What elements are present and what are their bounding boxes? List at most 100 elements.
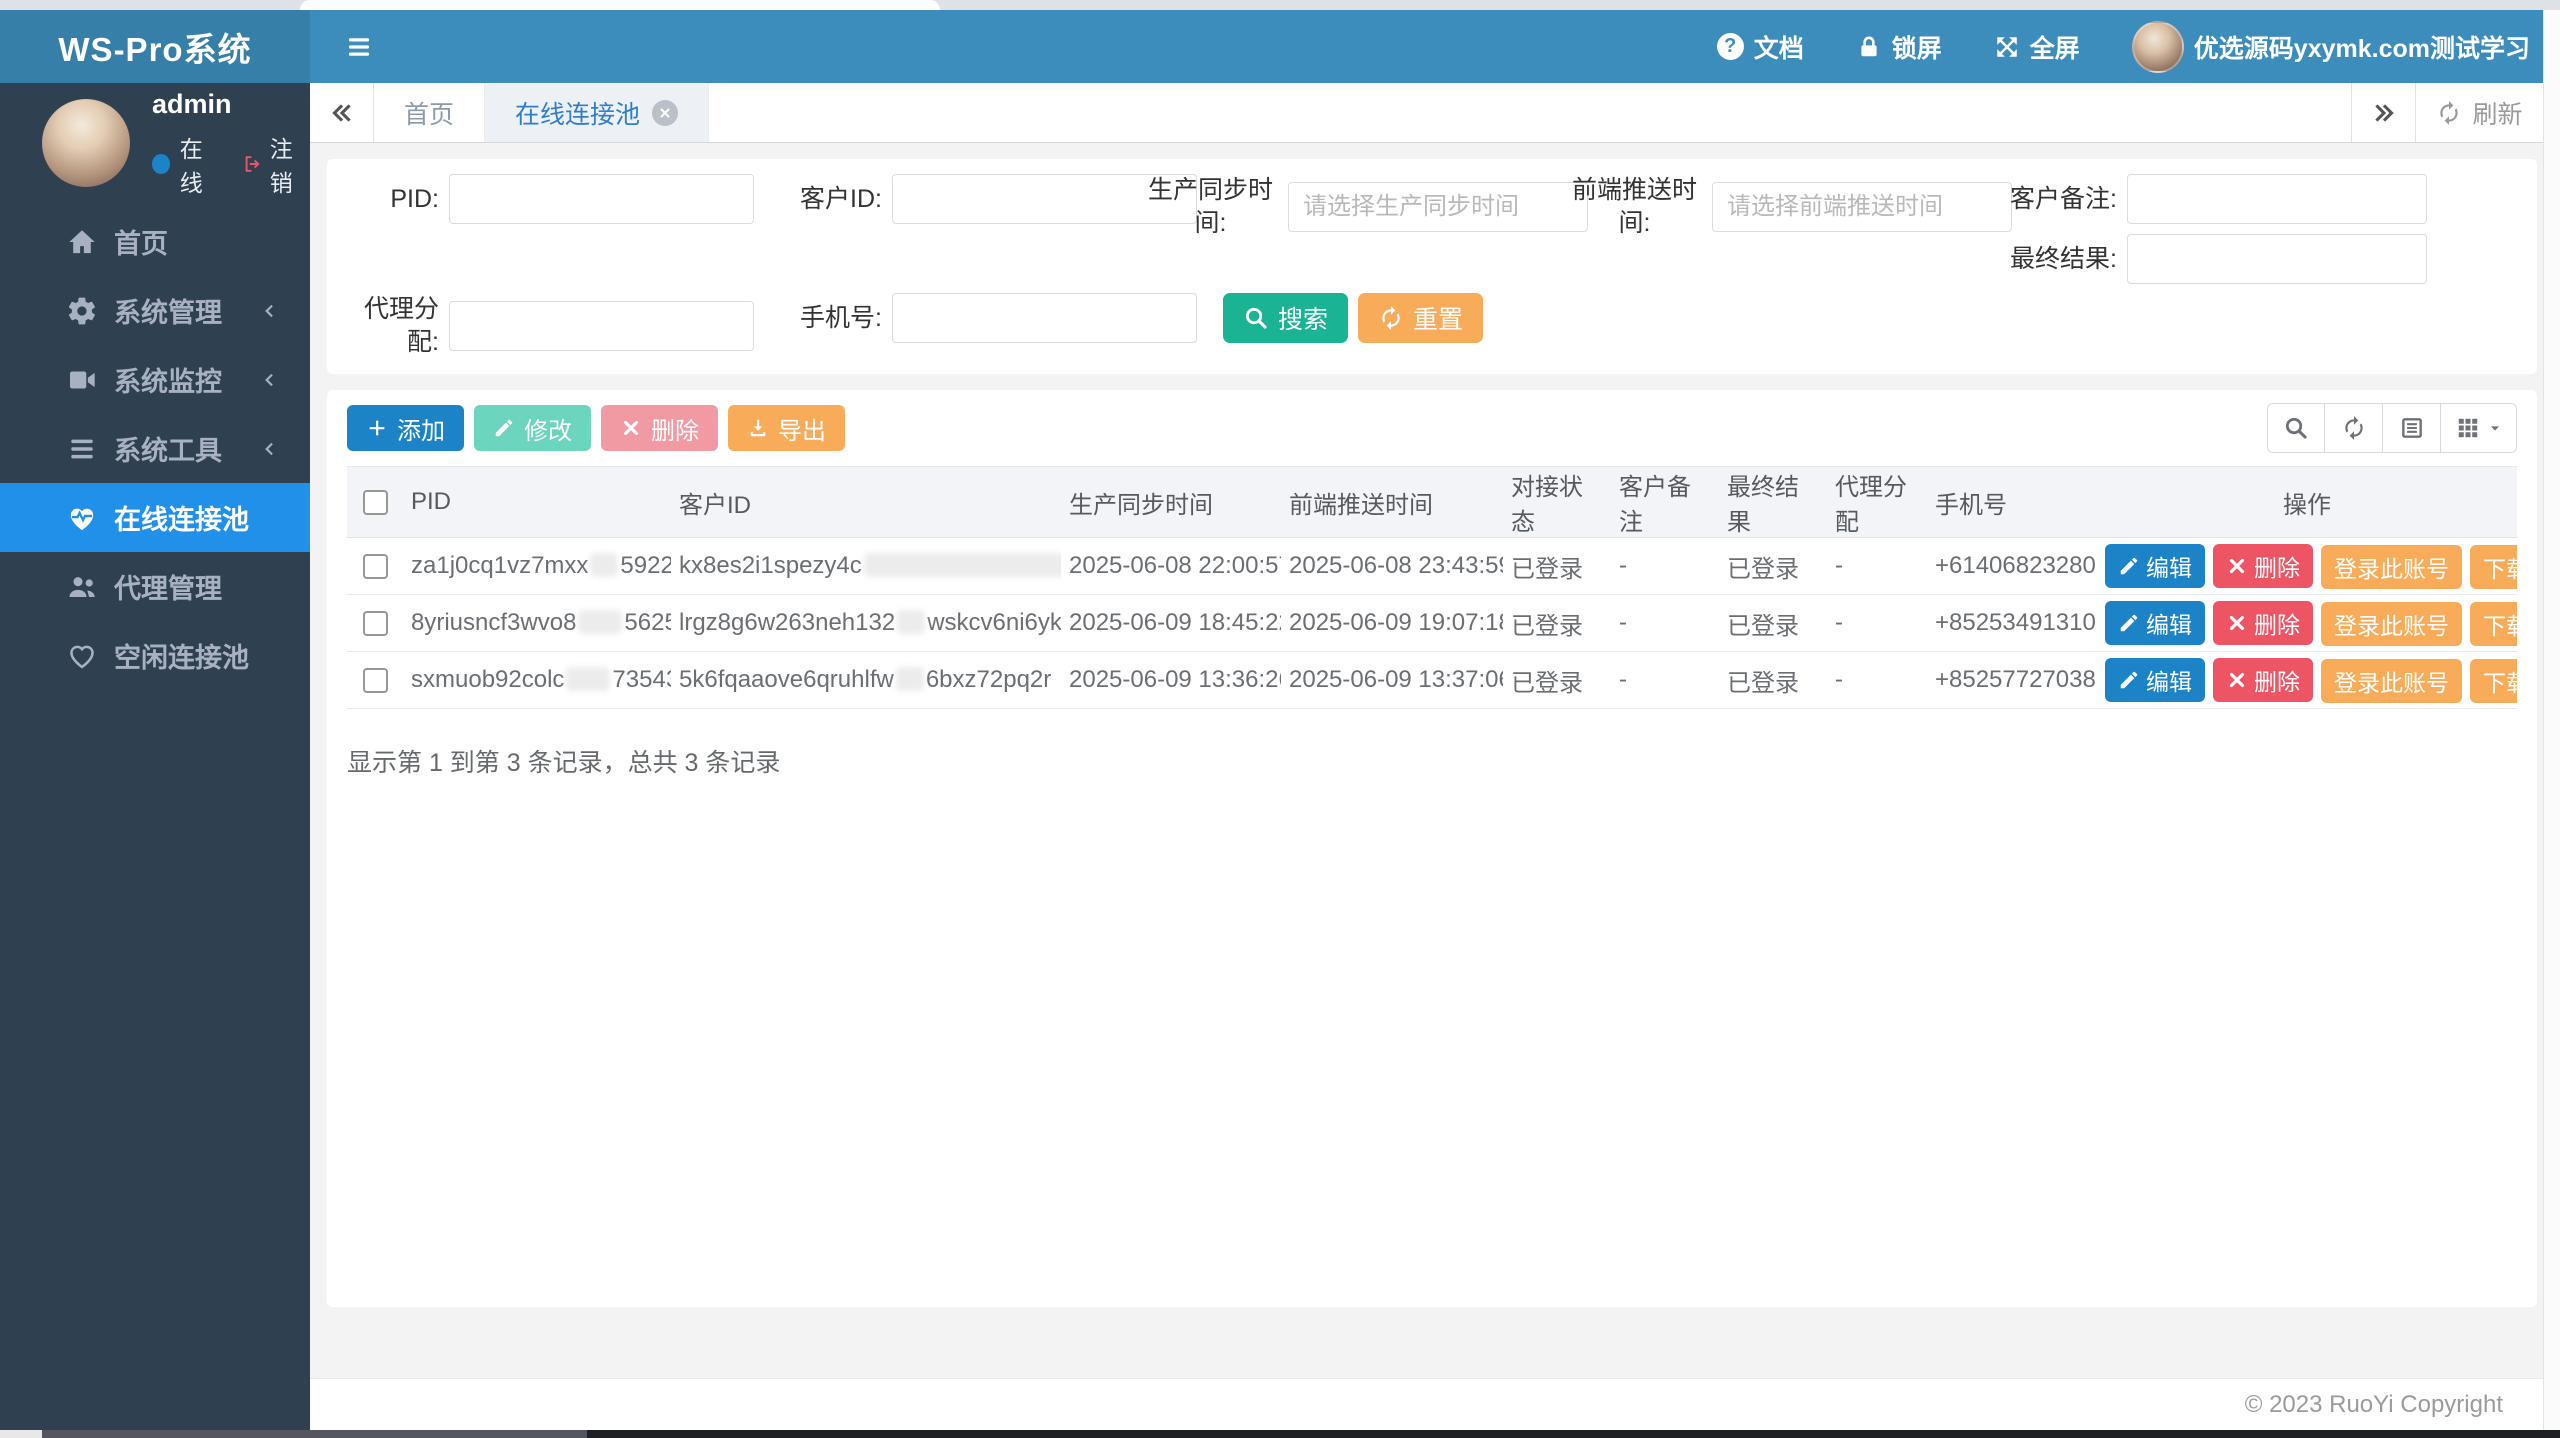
user-menu[interactable]: 优选源码yxymk.com测试学习: [2132, 21, 2530, 73]
sidebar-item-home[interactable]: 首页: [0, 207, 310, 276]
add-button[interactable]: 添加: [347, 405, 464, 451]
select-all-checkbox[interactable]: [363, 490, 388, 515]
sidebar-item-label: 系统管理: [114, 291, 222, 330]
lock-screen-label: 锁屏: [1892, 29, 1942, 65]
list-bars-icon: [66, 433, 98, 465]
sidebar-item-label: 首页: [114, 222, 168, 261]
x-icon: [620, 417, 642, 439]
chevron-left-icon: [260, 439, 280, 459]
col-header-result: 最终结果: [1719, 467, 1827, 538]
online-status-label: 在线: [180, 130, 221, 198]
status-cell: 已登录: [1503, 652, 1611, 709]
sync-time-cell: 2025-06-08 22:00:57: [1061, 538, 1281, 595]
sidebar-item-system-tools[interactable]: 系统工具: [0, 414, 310, 483]
sidebar-item-online-pool[interactable]: 在线连接池: [0, 483, 310, 552]
row-login-account-button[interactable]: 登录此账号: [2321, 659, 2462, 703]
remark-cell: -: [1611, 652, 1719, 709]
phone-cell: +61406823280: [1927, 538, 2097, 595]
row-checkbox[interactable]: [363, 554, 388, 579]
pid-input[interactable]: [449, 174, 754, 224]
sync-time-cell: 2025-06-09 13:36:26: [1061, 652, 1281, 709]
delete-button[interactable]: 删除: [601, 405, 718, 451]
result-input[interactable]: [2127, 234, 2427, 284]
table-row[interactable]: za1j0cq1vz7mxx59228 kx8es2i1spezy4cd 202…: [347, 538, 2517, 595]
copyright-text: © 2023 RuoYi Copyright: [2245, 1391, 2503, 1419]
phone-input[interactable]: [892, 293, 1197, 343]
row-checkbox[interactable]: [363, 611, 388, 636]
search-icon: [1243, 305, 1269, 331]
table-row[interactable]: sxmuob92colc735434 5k6fqaaove6qruhlfw6bx…: [347, 652, 2517, 709]
push-time-label: 前端推送时间:: [1567, 174, 1702, 239]
columns-button[interactable]: [2441, 403, 2517, 453]
sidebar-item-label: 系统监控: [114, 360, 222, 399]
tab-label: 在线连接池: [515, 95, 640, 131]
row-edit-button[interactable]: 编辑: [2105, 658, 2205, 702]
row-login-account-button[interactable]: 登录此账号: [2321, 602, 2462, 646]
row-edit-button[interactable]: 编辑: [2105, 601, 2205, 645]
row-download-contacts-button[interactable]: 下载通讯录: [2470, 659, 2517, 703]
main-content: PID: 客户ID: 生产同步时间: 前端推送时间: 客户备注: 最终结果:: [310, 143, 2543, 1378]
refresh-icon: [1378, 305, 1404, 331]
app-logo[interactable]: WS-Pro系统: [0, 10, 310, 83]
docs-label: 文档: [1754, 29, 1804, 65]
user-avatar-large[interactable]: [42, 99, 130, 187]
tab-online-pool[interactable]: 在线连接池: [485, 83, 709, 142]
sidebar-item-system-monitor[interactable]: 系统监控: [0, 345, 310, 414]
row-delete-button[interactable]: 删除: [2213, 601, 2313, 645]
question-circle-icon: ?: [1717, 33, 1744, 60]
users-icon: [66, 571, 98, 603]
edit-button[interactable]: 修改: [474, 405, 591, 451]
edit-button-label: 修改: [524, 411, 572, 446]
sidebar-item-system-management[interactable]: 系统管理: [0, 276, 310, 345]
sidebar-item-idle-pool[interactable]: 空闲连接池: [0, 621, 310, 690]
blur-patch: [897, 610, 925, 634]
remark-cell: -: [1611, 538, 1719, 595]
tabs-scroll-left-button[interactable]: [310, 83, 374, 142]
fullscreen-label: 全屏: [2030, 29, 2080, 65]
logout-link[interactable]: 注销: [243, 130, 310, 198]
tabs-scroll-right-button[interactable]: [2351, 83, 2415, 142]
agent-cell: -: [1827, 595, 1927, 652]
row-login-account-button[interactable]: 登录此账号: [2321, 545, 2462, 589]
browser-tab-edge: [300, 0, 940, 10]
tab-refresh-button[interactable]: 刷新: [2415, 83, 2543, 142]
x-icon: [2226, 669, 2248, 691]
user-name: admin: [152, 89, 310, 120]
reset-button[interactable]: 重置: [1358, 293, 1483, 343]
sync-time-input[interactable]: [1288, 182, 1588, 232]
refresh-icon: [2436, 100, 2462, 126]
refresh-table-button[interactable]: [2325, 403, 2383, 453]
data-table: PID 客户ID 生产同步时间 前端推送时间 对接状态 客户备注 最终结果 代理…: [347, 466, 2517, 709]
row-delete-button[interactable]: 删除: [2213, 544, 2313, 588]
search-button[interactable]: 搜索: [1223, 293, 1348, 343]
client-id-cell: 5k6fqaaove6qruhlfw6bxz72pq2r: [671, 652, 1061, 709]
push-time-input[interactable]: [1712, 182, 2012, 232]
tab-close-button[interactable]: [652, 100, 678, 126]
row-delete-button[interactable]: 删除: [2213, 658, 2313, 702]
chevron-left-icon: [260, 370, 280, 390]
toggle-search-button[interactable]: [2267, 403, 2325, 453]
export-button[interactable]: 导出: [728, 405, 845, 451]
fullscreen-icon: [1994, 34, 2020, 60]
table-toolbar: 添加 修改 删除 导出: [347, 402, 2517, 454]
col-header-pid: PID: [403, 467, 671, 538]
tab-label: 首页: [404, 95, 454, 131]
sidebar-toggle-button[interactable]: [336, 24, 382, 70]
remark-input[interactable]: [2127, 174, 2427, 224]
col-header-client-id: 客户ID: [671, 467, 1061, 538]
page-scrollbar[interactable]: [2543, 10, 2560, 1430]
taskbar-segment: [0, 1430, 42, 1438]
docs-link[interactable]: ? 文档: [1717, 29, 1804, 65]
row-download-contacts-button[interactable]: 下载通讯录: [2470, 545, 2517, 589]
row-edit-button[interactable]: 编辑: [2105, 544, 2205, 588]
sidebar-item-agent-management[interactable]: 代理管理: [0, 552, 310, 621]
tab-home[interactable]: 首页: [374, 83, 485, 142]
agent-input[interactable]: [449, 301, 754, 351]
row-checkbox[interactable]: [363, 668, 388, 693]
detail-view-button[interactable]: [2383, 403, 2441, 453]
status-cell: 已登录: [1503, 538, 1611, 595]
lock-screen-link[interactable]: 锁屏: [1856, 29, 1942, 65]
fullscreen-link[interactable]: 全屏: [1994, 29, 2080, 65]
row-download-contacts-button[interactable]: 下载通讯录: [2470, 602, 2517, 646]
table-row[interactable]: 8yriusncf3wvo856252 lrgz8g6w263neh132wsk…: [347, 595, 2517, 652]
